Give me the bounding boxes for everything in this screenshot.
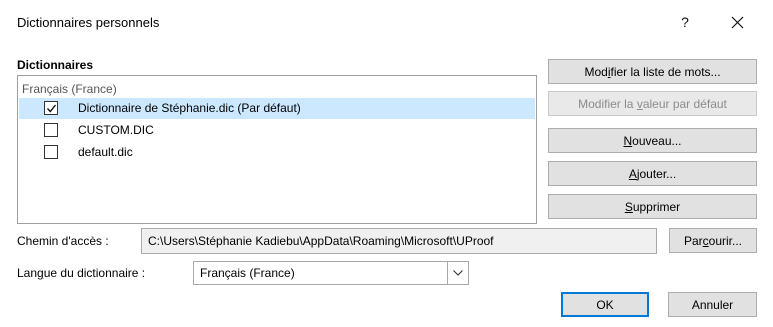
help-button[interactable]: ? (662, 6, 708, 38)
dictionaries-section-label: Dictionnaires (17, 58, 94, 72)
dictionary-label: Dictionnaire de Stéphanie.dic (Par défau… (78, 101, 301, 115)
ok-button[interactable]: OK (561, 292, 649, 317)
new-button[interactable]: Nouveau... (548, 128, 757, 153)
dialog-title: Dictionnaires personnels (17, 15, 160, 30)
checkmark-icon (46, 104, 56, 113)
path-label: Chemin d'accès : (17, 234, 109, 248)
edit-word-list-button[interactable]: Modifier la liste de mots... (548, 59, 757, 84)
chevron-down-icon (453, 270, 463, 276)
dictionary-label: default.dic (78, 145, 133, 159)
dictionary-checkbox[interactable] (44, 101, 58, 115)
button-label: Modifier la valeur par défaut (578, 96, 727, 111)
language-selected-value: Français (France) (200, 266, 295, 280)
add-button[interactable]: Ajouter... (548, 161, 757, 186)
personal-dictionaries-dialog: Dictionnaires personnels ? Dictionnaires… (0, 0, 773, 327)
dictionary-row-stephanie[interactable]: Dictionnaire de Stéphanie.dic (Par défau… (19, 98, 535, 119)
button-label: Modifier la liste de mots... (584, 64, 721, 79)
title-bar: Dictionnaires personnels ? (0, 0, 773, 44)
dictionary-row-default[interactable]: default.dic (19, 142, 535, 163)
dictionary-row-custom[interactable]: CUSTOM.DIC (19, 120, 535, 141)
close-button[interactable] (714, 6, 760, 38)
dictionary-language-select[interactable]: Français (France) (193, 261, 469, 285)
help-icon: ? (681, 14, 689, 30)
close-icon (731, 16, 743, 28)
cancel-button[interactable]: Annuler (668, 292, 757, 317)
browse-button[interactable]: Parcourir... (669, 228, 757, 253)
button-label: Ajouter... (628, 166, 677, 181)
path-field[interactable]: C:\Users\Stéphanie Kadiebu\AppData\Roami… (141, 228, 657, 254)
dictionaries-list[interactable]: Français (France) Dictionnaire de Stépha… (17, 75, 537, 224)
change-default-button[interactable]: Modifier la valeur par défaut (548, 91, 757, 116)
dropdown-arrow[interactable] (447, 262, 468, 284)
language-group-header: Français (France) (22, 82, 117, 96)
dictionary-checkbox[interactable] (44, 123, 58, 137)
button-label: Parcourir... (683, 233, 743, 248)
dictionary-language-label: Langue du dictionnaire : (17, 266, 146, 280)
dictionary-label: CUSTOM.DIC (78, 123, 154, 137)
button-label: Nouveau... (623, 133, 682, 148)
remove-button[interactable]: Supprimer (548, 194, 757, 219)
button-label: Supprimer (624, 199, 681, 214)
dictionary-checkbox[interactable] (44, 145, 58, 159)
